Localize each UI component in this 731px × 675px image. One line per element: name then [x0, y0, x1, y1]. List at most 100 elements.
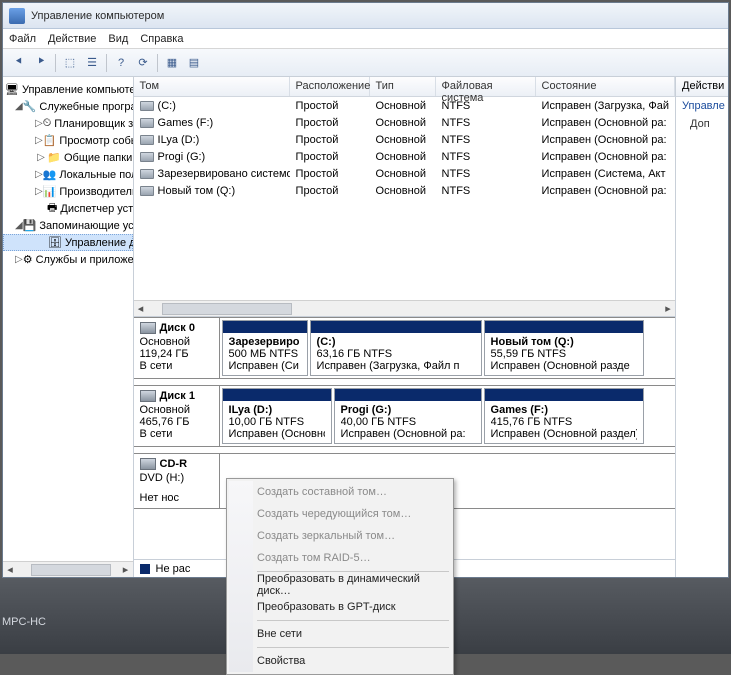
- ctx-create-mirrored: Создать зеркальный том…: [229, 525, 451, 547]
- partition-bar: [485, 389, 643, 401]
- tools-icon: 🔧: [23, 100, 37, 114]
- nav-forward-button[interactable]: ⯈: [31, 53, 51, 73]
- partition[interactable]: Зарезервиро500 МБ NTFSИсправен (Си: [222, 320, 308, 376]
- actions-item[interactable]: Доп: [676, 115, 728, 133]
- tree-root[interactable]: 🖥 Управление компьютером (л: [3, 81, 133, 98]
- tree-item-users[interactable]: ▷👥Локальные пользовате: [3, 166, 133, 183]
- ctx-offline[interactable]: Вне сети: [229, 623, 451, 645]
- scroll-left-icon[interactable]: ◂: [3, 563, 17, 577]
- context-menu-separator: [257, 647, 449, 648]
- scroll-right-icon[interactable]: ▸: [661, 302, 675, 316]
- context-menu-separator: [257, 571, 449, 572]
- tree-hscrollbar[interactable]: ◂ ▸: [3, 561, 133, 577]
- tree-item-events[interactable]: ▷📋Просмотр событий: [3, 132, 133, 149]
- disk-info[interactable]: Диск 1Основной465,76 ГБВ сети: [134, 386, 220, 446]
- menu-view[interactable]: Вид: [108, 33, 128, 45]
- titlebar[interactable]: Управление компьютером: [3, 3, 728, 29]
- volume-row[interactable]: Зарезервировано системойПростойОсновнойN…: [134, 165, 675, 182]
- ctx-properties[interactable]: Свойства: [229, 650, 451, 672]
- services-icon: ⚙: [23, 253, 33, 267]
- col-layout[interactable]: Расположение: [290, 77, 370, 96]
- partition[interactable]: Progi (G:)40,00 ГБ NTFSИсправен (Основно…: [334, 388, 482, 444]
- grid-hscrollbar[interactable]: ◂ ▸: [134, 300, 675, 316]
- tree-item-shared[interactable]: ▷📁Общие папки: [3, 149, 133, 166]
- disk-info[interactable]: Диск 0Основной119,24 ГБВ сети: [134, 318, 220, 378]
- ctx-convert-gpt[interactable]: Преобразовать в GPT-диск: [229, 596, 451, 618]
- tree-item-disk-management[interactable]: 🗄Управление дисками: [3, 234, 133, 251]
- tree-item-devmgr[interactable]: 🖶Диспетчер устройств: [3, 200, 133, 217]
- legend-label: Не рас: [156, 563, 191, 575]
- partition-bar: [485, 321, 643, 333]
- scroll-right-icon[interactable]: ▸: [119, 563, 133, 577]
- context-menu: Создать составной том… Создать чередующи…: [226, 478, 454, 675]
- tree-item-perf[interactable]: ▷📊Производительность: [3, 183, 133, 200]
- actions-header: Действи: [676, 77, 728, 97]
- ctx-label: Преобразовать в GPT-диск: [257, 601, 396, 613]
- expand-icon[interactable]: ▷: [35, 152, 47, 163]
- actions-item[interactable]: Управле: [676, 97, 728, 115]
- volume-icon: [140, 101, 154, 111]
- menu-action[interactable]: Действие: [48, 33, 96, 45]
- help-button[interactable]: ?: [111, 53, 131, 73]
- disk-icon: [140, 322, 156, 334]
- tree-label: Службы и приложения: [36, 254, 134, 266]
- collapse-icon[interactable]: ◢: [15, 220, 23, 231]
- expand-icon[interactable]: ▷: [35, 135, 43, 146]
- volume-row[interactable]: ILya (D:)ПростойОсновнойNTFSИсправен (Ос…: [134, 131, 675, 148]
- navigation-tree[interactable]: 🖥 Управление компьютером (л ◢ 🔧 Служебны…: [3, 77, 134, 577]
- volume-row[interactable]: Новый том (Q:)ПростойОсновнойNTFSИсправе…: [134, 182, 675, 199]
- scroll-left-icon[interactable]: ◂: [134, 302, 148, 316]
- tree-label: Диспетчер устройств: [60, 203, 133, 215]
- partition-bar: [223, 389, 331, 401]
- tree-label: Запоминающие устройст: [39, 220, 133, 232]
- tree-group-tools[interactable]: ◢ 🔧 Служебные программы: [3, 98, 133, 115]
- computer-icon: 🖥: [5, 83, 19, 97]
- col-status[interactable]: Состояние: [536, 77, 675, 96]
- scroll-thumb[interactable]: [162, 303, 292, 315]
- partition[interactable]: (C:)63,16 ГБ NTFSИсправен (Загрузка, Фай…: [310, 320, 482, 376]
- col-type[interactable]: Тип: [370, 77, 436, 96]
- volume-row[interactable]: (C:)ПростойОсновнойNTFSИсправен (Загрузк…: [134, 97, 675, 114]
- partition[interactable]: ILya (D:)10,00 ГБ NTFSИсправен (Основной: [222, 388, 332, 444]
- properties-button[interactable]: ☰: [82, 53, 102, 73]
- volume-icon: [140, 118, 154, 128]
- folder-icon: 📁: [47, 151, 61, 165]
- storage-icon: 💾: [23, 219, 37, 233]
- expand-icon[interactable]: ▷: [35, 186, 43, 197]
- expand-icon[interactable]: ▷: [15, 254, 23, 265]
- volume-list-header: Том Расположение Тип Файловая система Со…: [134, 77, 675, 97]
- ctx-convert-dynamic[interactable]: Преобразовать в динамический диск…: [229, 574, 451, 596]
- collapse-icon[interactable]: ◢: [15, 101, 23, 112]
- expand-icon[interactable]: ▷: [35, 118, 43, 129]
- tree-label: Управление компьютером (л: [22, 84, 134, 96]
- scroll-thumb[interactable]: [31, 564, 111, 576]
- volume-row[interactable]: Games (F:)ПростойОсновнойNTFSИсправен (О…: [134, 114, 675, 131]
- tree-label: Производительность: [59, 186, 133, 198]
- expand-icon[interactable]: ▷: [35, 169, 43, 180]
- disk-icon: [140, 390, 156, 402]
- view-detail-button[interactable]: ▤: [184, 53, 204, 73]
- tree-group-storage[interactable]: ◢💾Запоминающие устройст: [3, 217, 133, 234]
- ctx-create-striped: Создать чередующийся том…: [229, 503, 451, 525]
- view-list-button[interactable]: ▦: [162, 53, 182, 73]
- col-fs[interactable]: Файловая система: [436, 77, 536, 96]
- tree-label: Планировщик заданий: [54, 118, 133, 130]
- device-icon: 🖶: [47, 202, 57, 216]
- volume-list: Том Расположение Тип Файловая система Со…: [134, 77, 675, 317]
- app-icon: [9, 8, 25, 24]
- refresh-button[interactable]: ⟳: [133, 53, 153, 73]
- nav-back-button[interactable]: ⯇: [9, 53, 29, 73]
- legend-swatch: [140, 564, 150, 574]
- tree-group-services[interactable]: ▷⚙Службы и приложения: [3, 251, 133, 268]
- disk-row: Диск 1Основной465,76 ГБВ сетиILya (D:)10…: [134, 385, 675, 447]
- menu-file[interactable]: Файл: [9, 33, 36, 45]
- partition[interactable]: Games (F:)415,76 ГБ NTFSИсправен (Основн…: [484, 388, 644, 444]
- tree-item-scheduler[interactable]: ▷⏲Планировщик заданий: [3, 115, 133, 132]
- menu-help[interactable]: Справка: [140, 33, 183, 45]
- volume-row[interactable]: Progi (G:)ПростойОсновнойNTFSИсправен (О…: [134, 148, 675, 165]
- partition[interactable]: Новый том (Q:)55,59 ГБ NTFSИсправен (Осн…: [484, 320, 644, 376]
- up-button[interactable]: ⬚: [60, 53, 80, 73]
- col-volume[interactable]: Том: [134, 77, 290, 96]
- disk-info[interactable]: CD-RDVD (H:)Нет нос: [134, 454, 220, 508]
- tree-label: Просмотр событий: [59, 135, 133, 147]
